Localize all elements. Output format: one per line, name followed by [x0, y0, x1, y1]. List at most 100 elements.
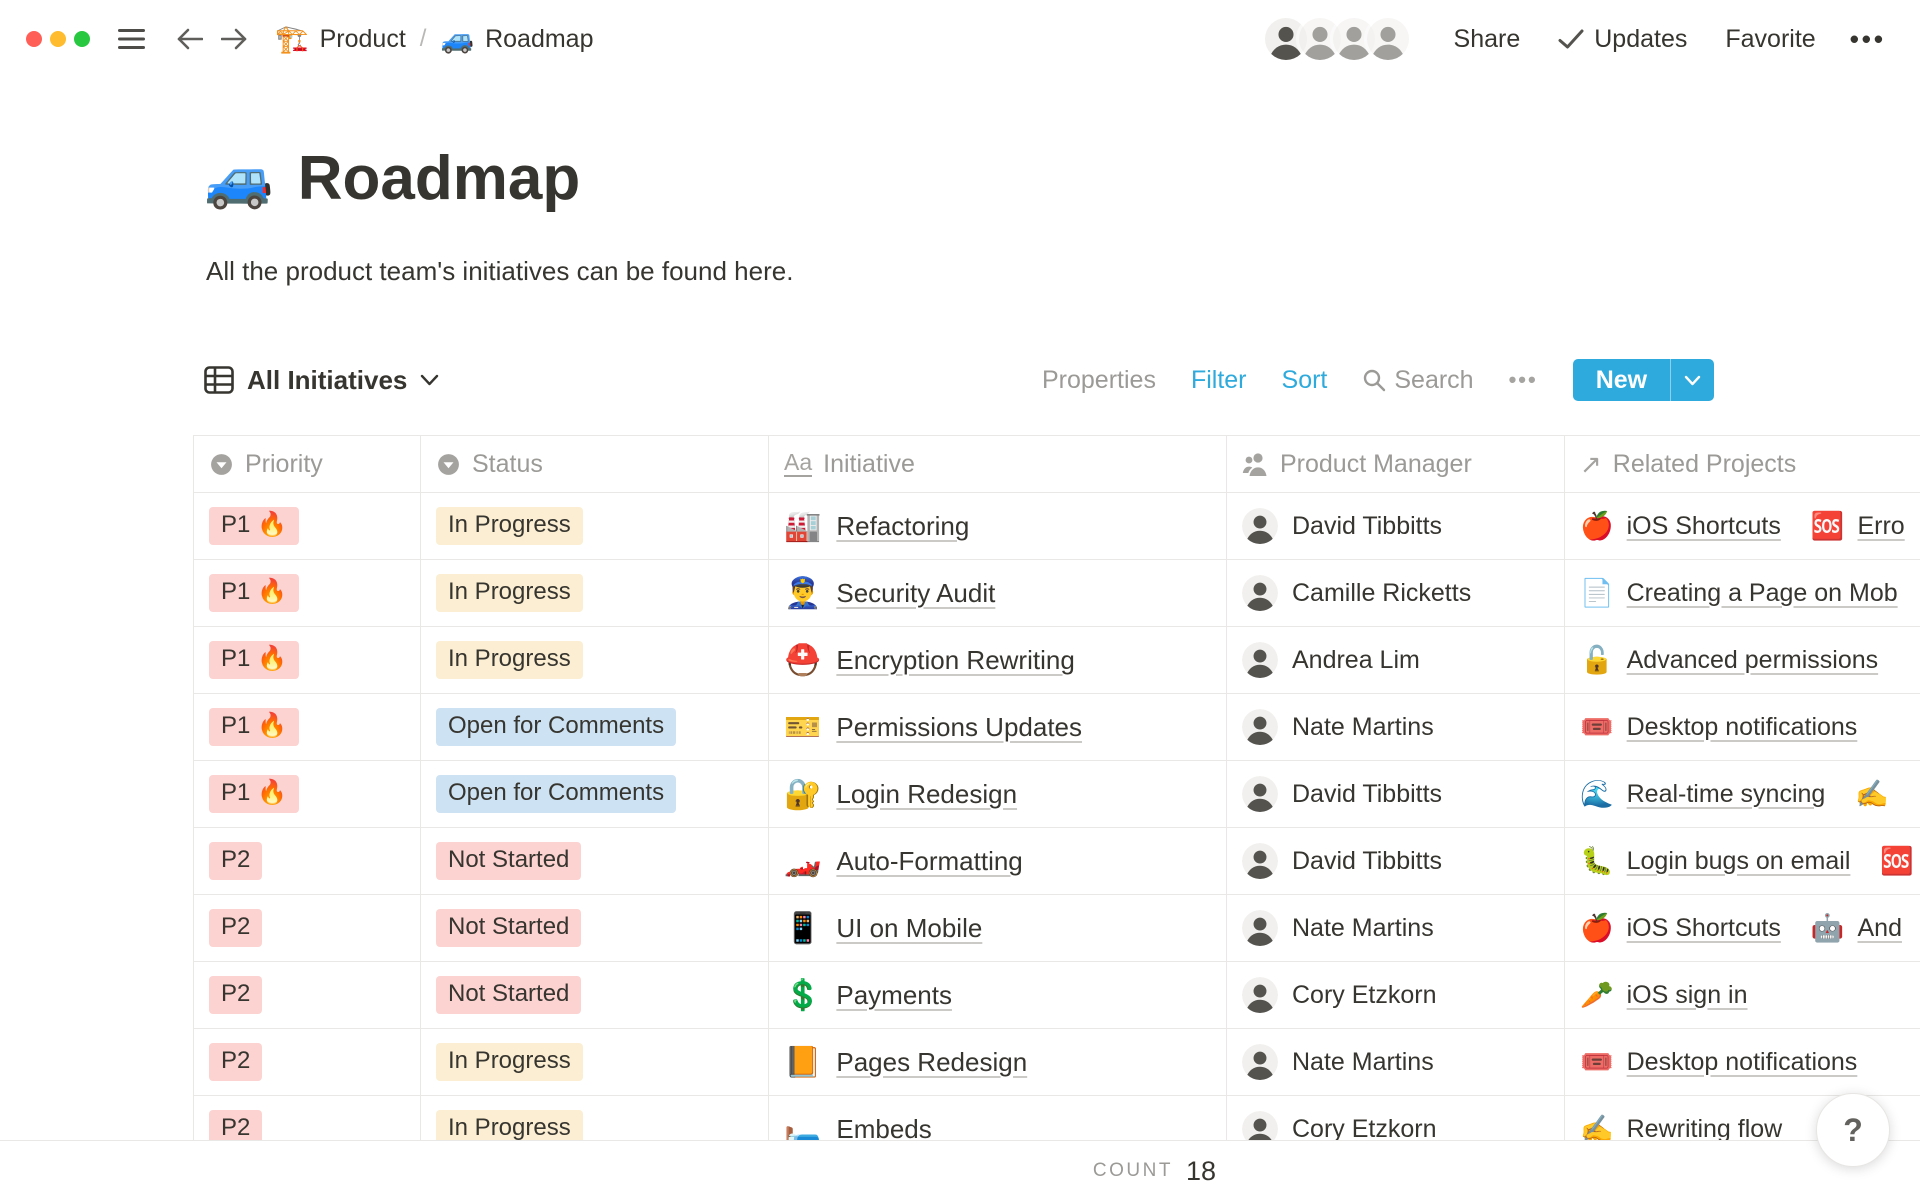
priority-cell[interactable]: P2 [193, 1096, 420, 1140]
status-cell[interactable]: Not Started [420, 895, 768, 961]
filter-button[interactable]: Filter [1191, 366, 1247, 395]
more-options-icon[interactable]: ••• [1850, 24, 1886, 55]
priority-tag[interactable]: P1 🔥 [209, 775, 299, 813]
initiative-cell[interactable]: ⛑️ Encryption Rewriting [768, 627, 1226, 693]
related-project-link[interactable]: 🆘 [1880, 845, 1920, 877]
help-button[interactable]: ? [1816, 1093, 1890, 1167]
status-tag[interactable]: Open for Comments [436, 708, 676, 746]
related-project-link[interactable]: 🍎iOS Shortcuts [1580, 912, 1781, 944]
related-projects-cell[interactable]: 📄Creating a Page on Mob [1564, 560, 1920, 626]
initiative-cell[interactable]: 📙 Pages Redesign [768, 1029, 1226, 1095]
initiative-cell[interactable]: 🏎️ Auto-Formatting [768, 828, 1226, 894]
product-manager-cell[interactable]: Nate Martins [1226, 694, 1564, 760]
product-manager-cell[interactable]: Nate Martins [1226, 895, 1564, 961]
status-tag[interactable]: Not Started [436, 976, 581, 1014]
forward-icon[interactable] [221, 27, 249, 51]
related-project-link[interactable]: ✍️ [1855, 778, 1902, 810]
related-project-link[interactable]: 🎟️Desktop notifications [1580, 1046, 1857, 1078]
status-cell[interactable]: In Progress [420, 1029, 768, 1095]
related-projects-cell[interactable]: 🔓Advanced permissions [1564, 627, 1920, 693]
status-cell[interactable]: Open for Comments [420, 761, 768, 827]
sort-button[interactable]: Sort [1282, 366, 1328, 395]
initiative-cell[interactable]: 🏭 Refactoring [768, 493, 1226, 559]
status-tag[interactable]: In Progress [436, 1043, 583, 1081]
new-button[interactable]: New [1573, 359, 1670, 401]
related-projects-cell[interactable]: 🍎iOS Shortcuts 🆘Erro [1564, 493, 1920, 559]
initiative-link[interactable]: Encryption Rewriting [836, 645, 1074, 676]
related-project-link[interactable]: 🍎iOS Shortcuts [1580, 510, 1781, 542]
status-cell[interactable]: In Progress [420, 493, 768, 559]
related-projects-cell[interactable]: 🎟️Desktop notifications [1564, 1029, 1920, 1095]
priority-cell[interactable]: P1 🔥 [193, 761, 420, 827]
properties-button[interactable]: Properties [1042, 366, 1156, 395]
priority-tag[interactable]: P1 🔥 [209, 708, 299, 746]
status-cell[interactable]: Open for Comments [420, 694, 768, 760]
status-cell[interactable]: Not Started [420, 828, 768, 894]
favorite-button[interactable]: Favorite [1725, 25, 1815, 54]
column-header-related-projects[interactable]: ↗ Related Projects [1564, 436, 1920, 492]
priority-tag[interactable]: P1 🔥 [209, 641, 299, 679]
related-project-link[interactable]: 🤖And [1811, 912, 1902, 944]
back-icon[interactable] [175, 27, 203, 51]
related-projects-cell[interactable]: 🐛Login bugs on email 🆘 [1564, 828, 1920, 894]
status-cell[interactable]: In Progress [420, 560, 768, 626]
priority-tag[interactable]: P2 [209, 1043, 262, 1081]
related-project-link[interactable]: ✍️Rewriting flow [1580, 1113, 1782, 1140]
product-manager-cell[interactable]: Camille Ricketts [1226, 560, 1564, 626]
column-header-status[interactable]: Status [420, 436, 768, 492]
related-projects-cell[interactable]: 🌊Real-time syncing ✍️ [1564, 761, 1920, 827]
priority-tag[interactable]: P2 [209, 909, 262, 947]
initiative-link[interactable]: Auto-Formatting [836, 846, 1022, 877]
initiative-cell[interactable]: 👮‍♂️ Security Audit [768, 560, 1226, 626]
priority-cell[interactable]: P1 🔥 [193, 694, 420, 760]
priority-tag[interactable]: P2 [209, 976, 262, 1014]
priority-cell[interactable]: P2 [193, 962, 420, 1028]
status-tag[interactable]: Not Started [436, 909, 581, 947]
related-project-link[interactable]: 🆘Erro [1811, 510, 1905, 542]
product-manager-cell[interactable]: David Tibbitts [1226, 828, 1564, 894]
initiative-cell[interactable]: 🎫 Permissions Updates [768, 694, 1226, 760]
initiative-cell[interactable]: 📱 UI on Mobile [768, 895, 1226, 961]
view-more-options-icon[interactable]: ••• [1509, 367, 1538, 393]
initiative-link[interactable]: Pages Redesign [836, 1047, 1027, 1078]
related-project-link[interactable]: 🐛Login bugs on email [1580, 845, 1850, 877]
related-project-link[interactable]: 🎟️Desktop notifications [1580, 711, 1857, 743]
related-project-link[interactable]: 🌊Real-time syncing [1580, 778, 1825, 810]
status-tag[interactable]: In Progress [436, 1110, 583, 1140]
page-icon[interactable]: 🚙 [204, 146, 274, 212]
initiative-link[interactable]: Embeds [836, 1114, 931, 1141]
priority-cell[interactable]: P1 🔥 [193, 627, 420, 693]
product-manager-cell[interactable]: Cory Etzkorn [1226, 1096, 1564, 1140]
status-cell[interactable]: In Progress [420, 1096, 768, 1140]
initiative-link[interactable]: Security Audit [836, 578, 995, 609]
initiative-cell[interactable]: 🔐 Login Redesign [768, 761, 1226, 827]
new-button-caret[interactable] [1670, 359, 1714, 401]
related-project-link[interactable]: 🔓Advanced permissions [1580, 644, 1878, 676]
status-cell[interactable]: Not Started [420, 962, 768, 1028]
product-manager-cell[interactable]: Cory Etzkorn [1226, 962, 1564, 1028]
product-manager-cell[interactable]: Andrea Lim [1226, 627, 1564, 693]
initiative-link[interactable]: Payments [836, 980, 952, 1011]
breadcrumb-item-product[interactable]: 🏗️ Product [275, 23, 406, 55]
initiative-cell[interactable]: 🛏️ Embeds [768, 1096, 1226, 1140]
priority-tag[interactable]: P2 [209, 1110, 262, 1140]
viewer-avatar-stack[interactable] [1262, 15, 1412, 63]
related-project-link[interactable]: 🥕iOS sign in [1580, 979, 1748, 1011]
share-button[interactable]: Share [1454, 25, 1521, 54]
zoom-window-button[interactable] [74, 31, 90, 47]
breadcrumb-item-roadmap[interactable]: 🚙 Roadmap [440, 23, 593, 55]
related-projects-cell[interactable]: 🎟️Desktop notifications [1564, 694, 1920, 760]
product-manager-cell[interactable]: David Tibbitts [1226, 761, 1564, 827]
related-projects-cell[interactable]: 🍎iOS Shortcuts 🤖And [1564, 895, 1920, 961]
column-header-initiative[interactable]: Aa Initiative [768, 436, 1226, 492]
search-button[interactable]: Search [1362, 366, 1473, 395]
priority-tag[interactable]: P1 🔥 [209, 507, 299, 545]
minimize-window-button[interactable] [50, 31, 66, 47]
status-tag[interactable]: In Progress [436, 507, 583, 545]
priority-cell[interactable]: P2 [193, 828, 420, 894]
count-aggregate[interactable]: COUNT 18 [768, 1141, 1226, 1201]
initiative-link[interactable]: Permissions Updates [836, 712, 1082, 743]
status-tag[interactable]: Open for Comments [436, 775, 676, 813]
close-window-button[interactable] [26, 31, 42, 47]
product-manager-cell[interactable]: Nate Martins [1226, 1029, 1564, 1095]
